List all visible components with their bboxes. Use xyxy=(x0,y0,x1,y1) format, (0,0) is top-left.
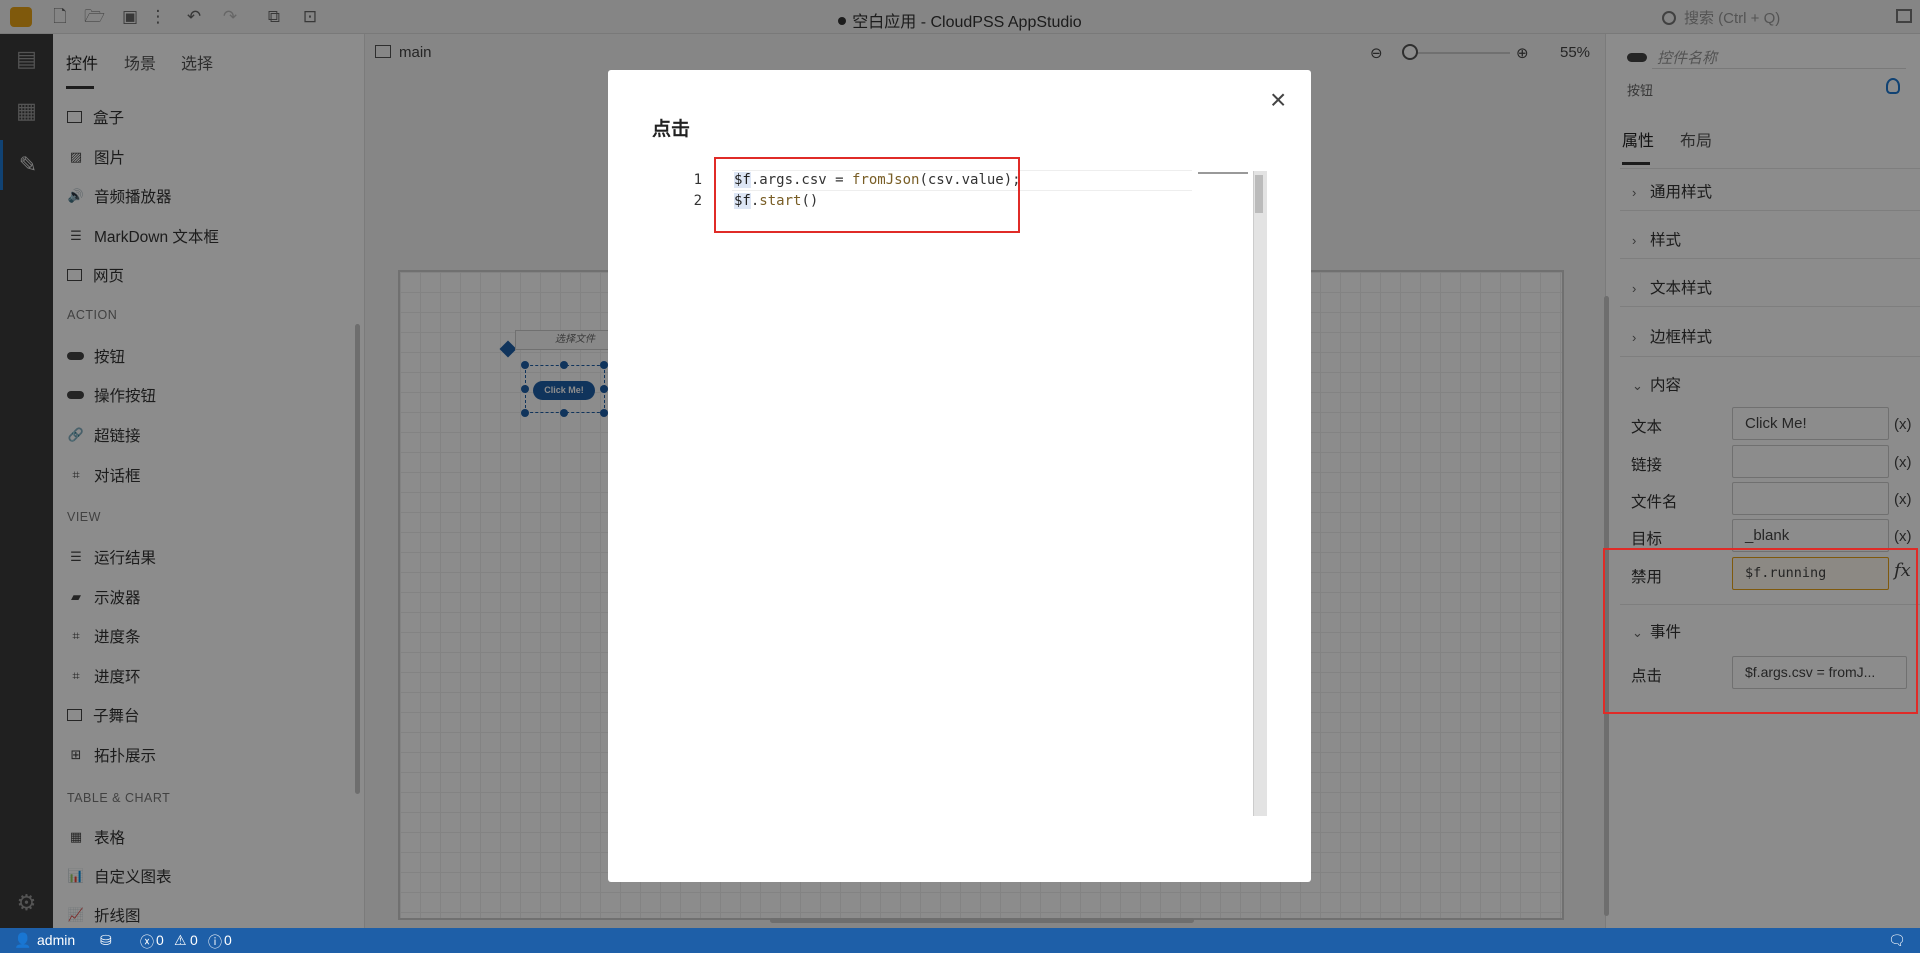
error-count[interactable]: 0 xyxy=(156,932,164,948)
feedback-icon[interactable]: 🗨 xyxy=(1888,932,1906,949)
editor-scrollbar[interactable] xyxy=(1253,171,1267,816)
info-count[interactable]: 0 xyxy=(224,932,232,948)
code-editor[interactable]: 1 2 $f.args.csv = fromJson(csv.value); $… xyxy=(652,170,1272,840)
line-number: 1 xyxy=(693,172,702,188)
highlight-properties-box xyxy=(1603,548,1918,714)
line-number: 2 xyxy=(693,193,702,209)
warning-icon[interactable]: ⚠ xyxy=(174,932,187,949)
warning-count[interactable]: 0 xyxy=(190,932,198,948)
dialog-title: 点击 xyxy=(652,119,691,140)
highlight-code-box xyxy=(714,157,1020,233)
close-icon[interactable]: × xyxy=(1270,86,1286,114)
user-name[interactable]: admin xyxy=(37,932,75,948)
status-bar: 👤 admin ⛁ ⓧ 0 ⚠ 0 ⓘ 0 🗨 xyxy=(0,928,1920,953)
user-icon: 👤 xyxy=(14,932,32,948)
editor-scrollbar-thumb[interactable] xyxy=(1255,175,1263,213)
error-icon[interactable]: ⓧ xyxy=(140,932,154,952)
line-numbers: 1 2 xyxy=(652,170,722,212)
info-icon[interactable]: ⓘ xyxy=(208,932,222,952)
minimap[interactable] xyxy=(1198,172,1248,174)
database-icon[interactable]: ⛁ xyxy=(100,932,112,949)
